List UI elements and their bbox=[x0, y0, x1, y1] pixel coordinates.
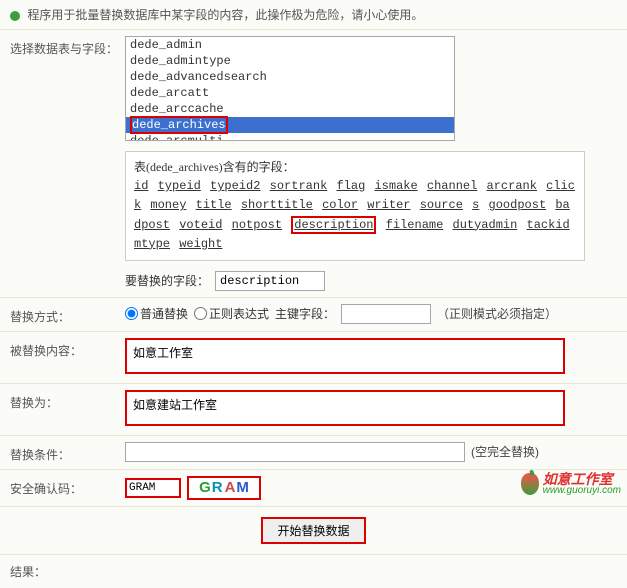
key-label: 主键字段： bbox=[275, 305, 335, 322]
table-option[interactable]: dede_arcmulti bbox=[126, 133, 454, 141]
captcha-image: G R A M bbox=[187, 476, 261, 500]
field-link[interactable]: writer bbox=[367, 198, 410, 212]
field-link[interactable]: notpost bbox=[232, 218, 282, 232]
safe-code-input[interactable] bbox=[125, 478, 181, 498]
result-label: 结果： bbox=[10, 565, 46, 579]
field-link[interactable]: description bbox=[291, 216, 376, 234]
apple-icon bbox=[521, 473, 539, 495]
watermark-title: 如意工作室 bbox=[543, 472, 621, 486]
field-link[interactable]: typeid bbox=[158, 179, 201, 193]
replace-to-input[interactable] bbox=[125, 390, 565, 426]
field-link[interactable]: mtype bbox=[134, 237, 170, 251]
field-link[interactable]: shorttitle bbox=[241, 198, 313, 212]
label-select-table: 选择数据表与字段： bbox=[10, 36, 125, 57]
label-replace-to: 替换为： bbox=[10, 390, 125, 411]
field-link[interactable]: money bbox=[150, 198, 186, 212]
table-option[interactable]: dede_admintype bbox=[126, 53, 454, 69]
field-link[interactable]: dutyadmin bbox=[453, 218, 518, 232]
table-listbox[interactable]: dede_admindede_admintypedede_advancedsea… bbox=[125, 36, 455, 141]
field-link[interactable]: voteid bbox=[179, 218, 222, 232]
field-link[interactable]: flag bbox=[336, 179, 365, 193]
field-link[interactable]: color bbox=[322, 198, 358, 212]
field-link[interactable]: typeid2 bbox=[210, 179, 260, 193]
condition-input[interactable] bbox=[125, 442, 465, 462]
submit-row: 开始替换数据 bbox=[0, 506, 627, 554]
field-link[interactable]: goodpost bbox=[489, 198, 547, 212]
label-safe: 安全确认码： bbox=[10, 476, 125, 497]
field-link[interactable]: channel bbox=[427, 179, 477, 193]
label-replaced: 被替换内容： bbox=[10, 338, 125, 359]
table-option[interactable]: dede_admin bbox=[126, 37, 454, 53]
radio-regex-input[interactable] bbox=[194, 307, 207, 320]
bullet-icon bbox=[10, 11, 20, 21]
label-mode: 替换方式： bbox=[10, 304, 125, 325]
replaced-content-input[interactable] bbox=[125, 338, 565, 374]
radio-normal-input[interactable] bbox=[125, 307, 138, 320]
field-link[interactable]: tackid bbox=[527, 218, 570, 232]
row-select-table: 选择数据表与字段： dede_admindede_admintypedede_a… bbox=[0, 29, 627, 297]
field-input-label: 要替换的字段： bbox=[125, 272, 209, 289]
table-option[interactable]: dede_advancedsearch bbox=[126, 69, 454, 85]
field-link[interactable]: ismake bbox=[374, 179, 417, 193]
field-link[interactable]: weight bbox=[179, 237, 222, 251]
watermark: 如意工作室 www.guoruyi.com bbox=[521, 472, 621, 496]
mode-hint: （正则模式必须指定） bbox=[437, 305, 557, 322]
radio-regex[interactable]: 正则表达式 bbox=[194, 305, 269, 322]
key-input[interactable] bbox=[341, 304, 431, 324]
radio-normal[interactable]: 普通替换 bbox=[125, 305, 188, 322]
submit-button[interactable]: 开始替换数据 bbox=[261, 517, 365, 544]
result-row: 结果： bbox=[0, 554, 627, 588]
row-condition: 替换条件： (空完全替换) bbox=[0, 435, 627, 469]
condition-hint: (空完全替换) bbox=[471, 443, 539, 460]
fields-box: 表(dede_archives)含有的字段： id typeid typeid2… bbox=[125, 151, 585, 261]
field-link[interactable]: filename bbox=[386, 218, 444, 232]
field-link[interactable]: source bbox=[420, 198, 463, 212]
table-option[interactable]: dede_archives bbox=[126, 117, 454, 133]
field-link[interactable]: title bbox=[196, 198, 232, 212]
field-link[interactable]: arcrank bbox=[487, 179, 537, 193]
warning-bar: 程序用于批量替换数据库中某字段的内容，此操作极为危险，请小心使用。 bbox=[0, 0, 627, 29]
label-condition: 替换条件： bbox=[10, 442, 125, 463]
row-replace-to: 替换为： bbox=[0, 383, 627, 435]
field-input[interactable] bbox=[215, 271, 325, 291]
field-link[interactable]: sortrank bbox=[270, 179, 328, 193]
table-option[interactable]: dede_arcatt bbox=[126, 85, 454, 101]
watermark-url: www.guoruyi.com bbox=[543, 486, 621, 496]
row-mode: 替换方式： 普通替换 正则表达式 主键字段： （正则模式必须指定） bbox=[0, 297, 627, 331]
field-link[interactable]: id bbox=[134, 179, 148, 193]
row-replaced-content: 被替换内容： bbox=[0, 331, 627, 383]
field-link[interactable]: s bbox=[472, 198, 479, 212]
table-option[interactable]: dede_arccache bbox=[126, 101, 454, 117]
fields-title: 表(dede_archives)含有的字段： bbox=[134, 158, 576, 177]
fields-list: id typeid typeid2 sortrank flag ismake c… bbox=[134, 177, 576, 254]
warning-text: 程序用于批量替换数据库中某字段的内容，此操作极为危险，请小心使用。 bbox=[27, 8, 423, 22]
